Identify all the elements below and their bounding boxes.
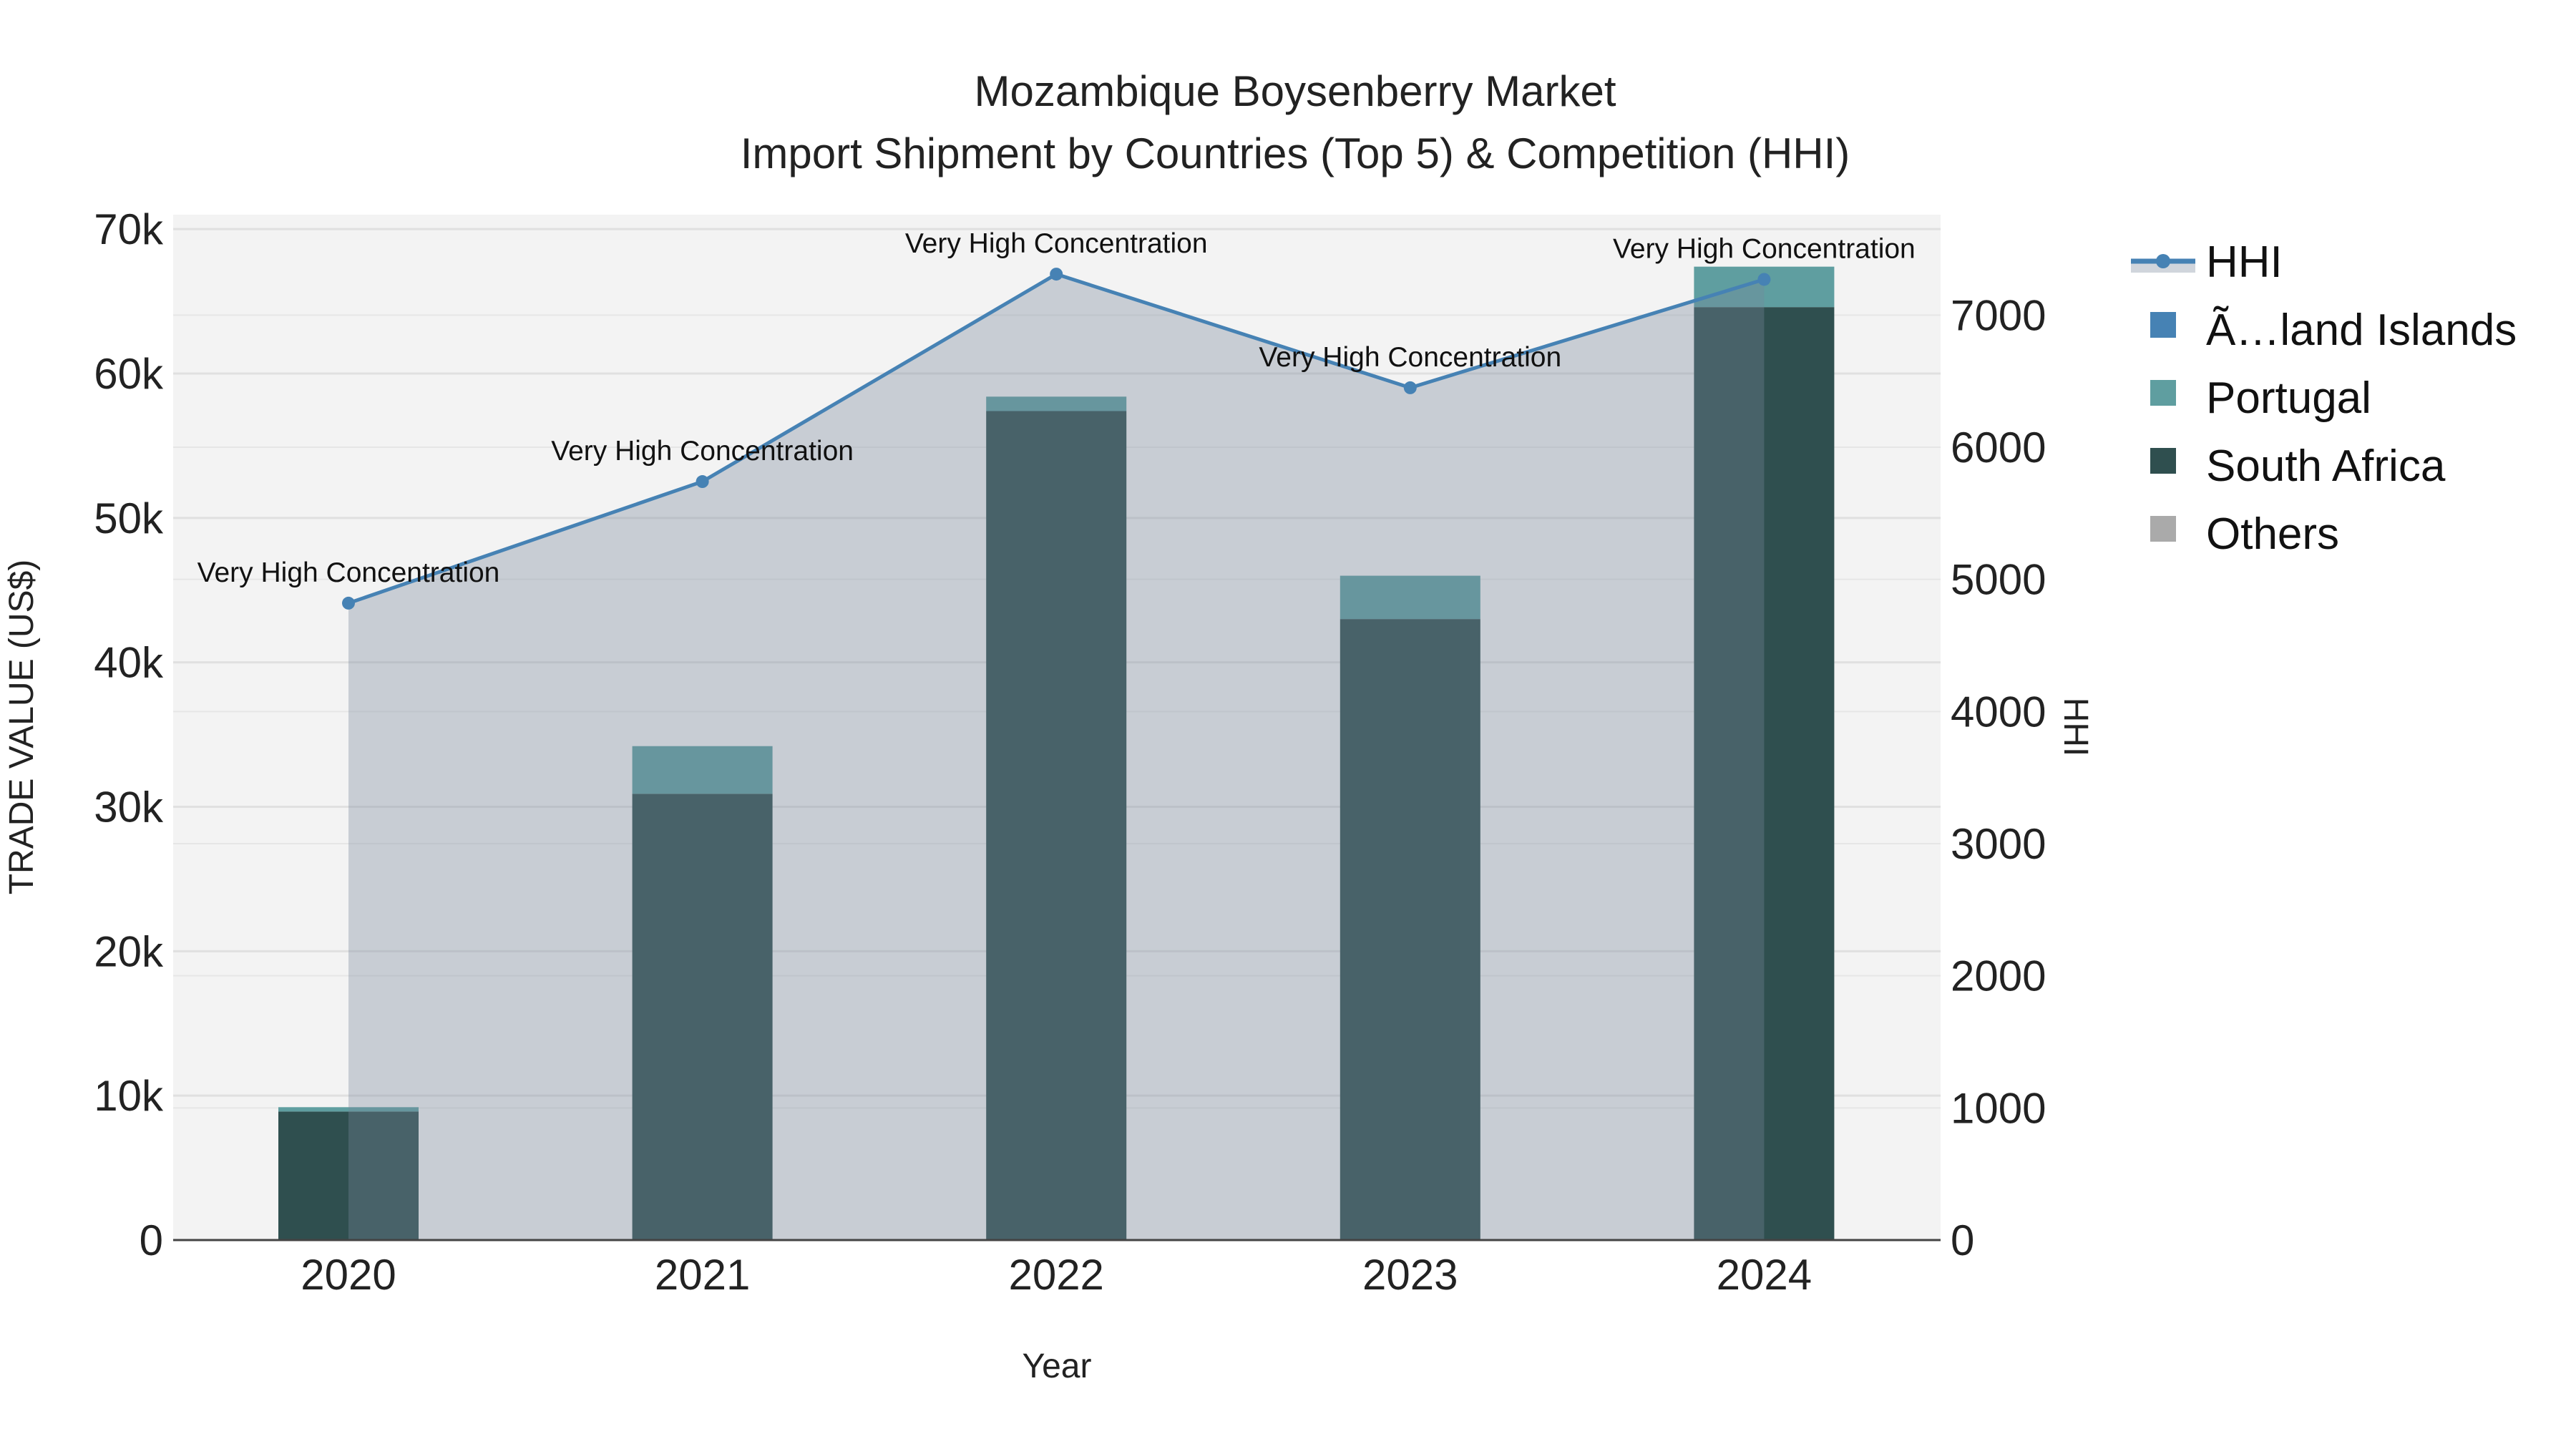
y-axis-label: TRADE VALUE (US$) (3, 560, 41, 895)
legend-label: Portugal (2206, 374, 2371, 423)
y2-tick-label: 2000 (1951, 952, 2046, 1000)
hhi-point-2021 (696, 475, 709, 489)
hhi-annotation: Very High Concentration (197, 557, 500, 588)
hhi-point-2024 (1757, 273, 1771, 286)
y-tick-label: 0 (140, 1216, 163, 1264)
legend-hhi-marker (2156, 254, 2170, 268)
legend-label: Others (2206, 509, 2339, 559)
x-tick-label: 2022 (1008, 1251, 1103, 1299)
hhi-annotation: Very High Concentration (905, 228, 1208, 259)
y2-tick-label: 6000 (1951, 424, 2046, 472)
y-tick-label: 20k (94, 927, 164, 975)
legend-label: Ã…land Islands (2206, 306, 2517, 355)
x-axis-label: Year (1023, 1347, 1092, 1385)
hhi-point-2022 (1050, 268, 1063, 281)
legend-swatch-south-africa (2150, 448, 2176, 474)
legend-swatch-portugal (2150, 380, 2176, 406)
hhi-annotation: Very High Concentration (551, 436, 854, 467)
y-tick-label: 30k (94, 784, 164, 831)
legend-label: South Africa (2206, 441, 2446, 491)
x-tick-label: 2024 (1717, 1251, 1812, 1299)
y2-tick-label: 3000 (1951, 820, 2046, 868)
hhi-point-2020 (342, 596, 355, 610)
y2-axis-label: HHI (2057, 698, 2094, 757)
hhi-annotation: Very High Concentration (1613, 233, 1916, 264)
y2-tick-label: 1000 (1951, 1084, 2046, 1132)
legend-swatch--land-islands (2150, 312, 2176, 338)
y2-tick-label: 0 (1951, 1216, 1974, 1264)
y-tick-label: 70k (94, 205, 164, 253)
y-tick-label: 10k (94, 1072, 164, 1120)
legend-swatch-others (2150, 516, 2176, 542)
legend-label: HHI (2206, 238, 2283, 287)
x-tick-label: 2020 (301, 1251, 396, 1299)
chart: Mozambique Boysenberry Market Import Shi… (0, 0, 2576, 1449)
x-tick-label: 2021 (655, 1251, 750, 1299)
hhi-point-2023 (1403, 381, 1417, 394)
y-tick-label: 40k (94, 639, 164, 687)
chart-title: Mozambique Boysenberry Market (974, 67, 1616, 115)
y2-tick-label: 7000 (1951, 291, 2046, 339)
y2-tick-label: 5000 (1951, 556, 2046, 604)
y2-tick-label: 4000 (1951, 688, 2046, 736)
chart-subtitle: Import Shipment by Countries (Top 5) & C… (741, 130, 1850, 177)
hhi-annotation: Very High Concentration (1259, 342, 1561, 373)
y-tick-label: 50k (94, 494, 164, 542)
x-tick-label: 2023 (1362, 1251, 1458, 1299)
y-tick-label: 60k (94, 350, 164, 398)
